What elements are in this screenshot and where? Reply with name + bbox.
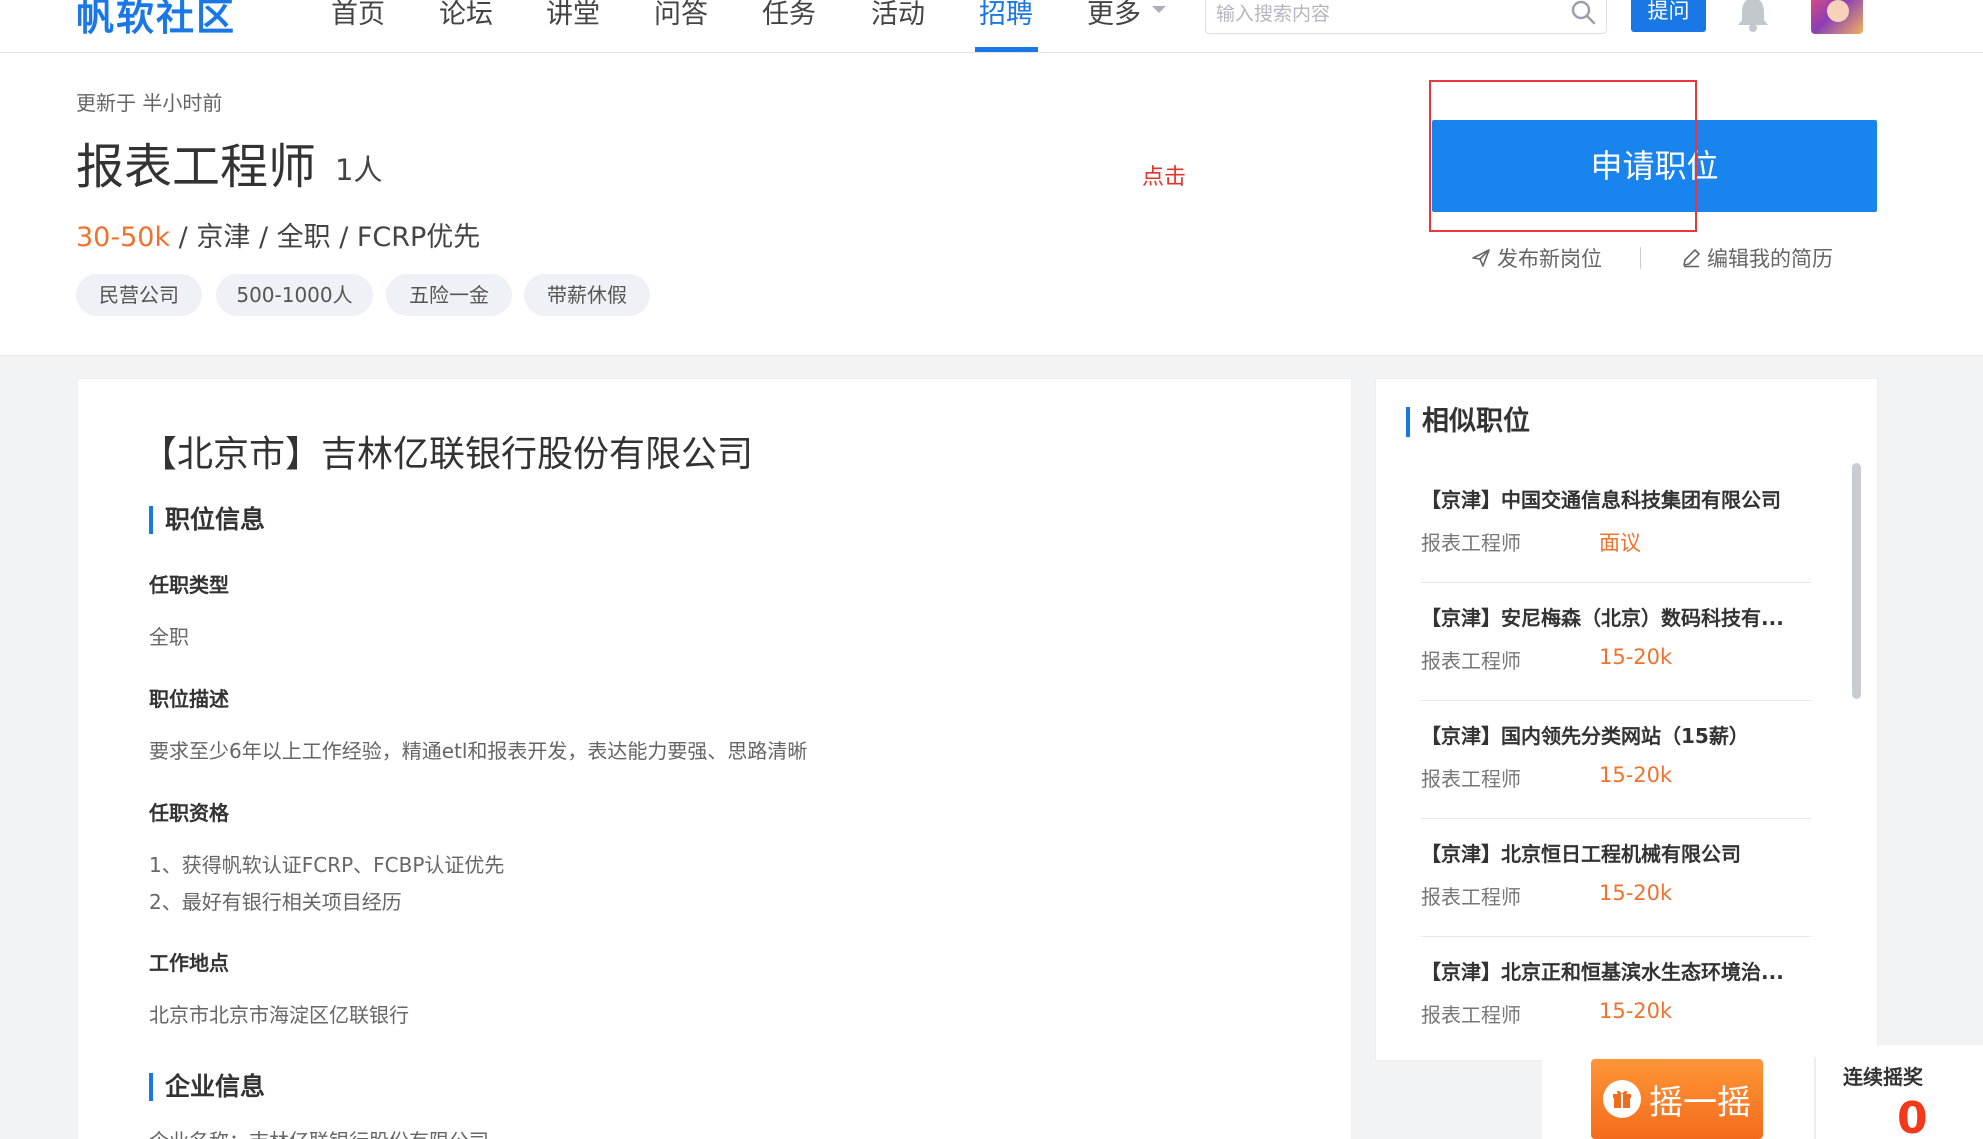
edit-icon xyxy=(1683,249,1700,268)
job-description-label: 职位描述 xyxy=(149,687,229,711)
similar-job-role: 报表工程师 xyxy=(1421,885,1521,909)
job-header: 更新于 半小时前 报表工程师 1人 30-50k / 京津 / 全职 / FCR… xyxy=(0,53,1983,356)
highlight-annotation-box xyxy=(1429,80,1697,232)
job-type-value: 全职 xyxy=(149,625,189,649)
similar-job-salary: 15-20k xyxy=(1599,999,1673,1023)
similar-job-company: 【京津】北京恒日工程机械有限公司 xyxy=(1421,842,1741,866)
nav-item-more[interactable]: 更多 xyxy=(1087,0,1141,31)
similar-jobs-title: 相似职位 xyxy=(1406,407,1530,437)
similar-job-item[interactable]: 【京津】安尼梅森（北京）数码科技有... 报表工程师 15-20k xyxy=(1421,583,1811,701)
user-avatar[interactable] xyxy=(1811,0,1863,34)
similar-job-salary: 15-20k xyxy=(1599,763,1673,787)
similar-job-company: 【京津】中国交通信息科技集团有限公司 xyxy=(1421,488,1781,512)
similar-job-role: 报表工程师 xyxy=(1421,767,1521,791)
similar-jobs-list: 【京津】中国交通信息科技集团有限公司 报表工程师 面议 【京津】安尼梅森（北京）… xyxy=(1421,465,1811,1050)
company-title: 【北京市】吉林亿联银行股份有限公司 xyxy=(141,434,754,475)
post-new-job-link[interactable]: 发布新岗位 xyxy=(1471,243,1602,273)
shake-widget: 摇一摇 连续摇奖 0 xyxy=(1542,1045,1983,1139)
chevron-down-icon xyxy=(1152,6,1166,13)
company-name-line: 企业名称：吉林亿联银行股份有限公司 xyxy=(149,1125,489,1139)
site-logo[interactable]: 帆软社区 xyxy=(76,0,236,41)
updated-time: 更新于 半小时前 xyxy=(76,91,223,115)
gift-icon xyxy=(1603,1080,1641,1118)
divider xyxy=(1814,1057,1816,1139)
similar-jobs-scrollbar[interactable] xyxy=(1852,463,1861,699)
search-box xyxy=(1205,0,1607,34)
qualification-line: 2、最好有银行相关项目经历 xyxy=(149,890,402,914)
similar-job-company: 【京津】国内领先分类网站（15薪） xyxy=(1421,724,1749,748)
similar-jobs-panel: 相似职位 【京津】中国交通信息科技集团有限公司 报表工程师 面议 【京津】安尼梅… xyxy=(1375,378,1878,1061)
nav-item-forum[interactable]: 论坛 xyxy=(439,0,493,31)
similar-job-item[interactable]: 【京津】国内领先分类网站（15薪） 报表工程师 15-20k xyxy=(1421,701,1811,819)
job-salary: 30-50k xyxy=(76,222,171,253)
similar-job-salary: 15-20k xyxy=(1599,881,1673,905)
nav-item-tasks[interactable]: 任务 xyxy=(762,0,816,31)
job-description-value: 要求至少6年以上工作经验，精通etl和报表开发，表达能力要强、思路清晰 xyxy=(149,739,808,763)
similar-job-company: 【京津】北京正和恒基滨水生态环境治... xyxy=(1421,960,1784,984)
divider xyxy=(1640,247,1641,269)
job-type-label: 任职类型 xyxy=(149,573,229,597)
streak-count: 0 xyxy=(1897,1093,1928,1139)
search-icon[interactable] xyxy=(1570,0,1596,29)
streak-label: 连续摇奖 xyxy=(1843,1065,1923,1089)
active-tab-indicator xyxy=(975,47,1038,52)
section-title-job-info: 职位信息 xyxy=(149,506,265,534)
bell-icon[interactable] xyxy=(1735,0,1771,36)
edit-resume-link[interactable]: 编辑我的简历 xyxy=(1681,243,1833,273)
job-title: 报表工程师 xyxy=(76,139,317,195)
similar-job-item[interactable]: 【京津】北京恒日工程机械有限公司 报表工程师 15-20k xyxy=(1421,819,1811,937)
work-location-value: 北京市北京市海淀区亿联银行 xyxy=(149,1003,409,1027)
similar-job-item[interactable]: 【京津】北京正和恒基滨水生态环境治... 报表工程师 15-20k xyxy=(1421,937,1811,1050)
search-input[interactable] xyxy=(1216,0,1556,33)
tag-company-type: 民营公司 xyxy=(76,274,202,316)
qualification-line: 1、获得帆软认证FCRP、FCBP认证优先 xyxy=(149,853,505,877)
job-detail-card: 【北京市】吉林亿联银行股份有限公司 职位信息 任职类型 全职 职位描述 要求至少… xyxy=(77,378,1352,1139)
nav-item-home[interactable]: 首页 xyxy=(331,0,385,31)
section-title-company-info: 企业信息 xyxy=(149,1073,265,1101)
similar-job-item[interactable]: 【京津】中国交通信息科技集团有限公司 报表工程师 面议 xyxy=(1421,465,1811,583)
shake-button-label: 摇一摇 xyxy=(1649,1082,1751,1123)
similar-job-role: 报表工程师 xyxy=(1421,649,1521,673)
work-location-label: 工作地点 xyxy=(149,951,229,975)
send-icon xyxy=(1472,249,1490,267)
qualifications-label: 任职资格 xyxy=(149,801,229,825)
job-meta: 30-50k / 京津 / 全职 / FCRP优先 xyxy=(76,215,480,254)
nav-item-events[interactable]: 活动 xyxy=(871,0,925,31)
nav-item-jobs[interactable]: 招聘 xyxy=(979,0,1033,31)
edit-resume-label: 编辑我的简历 xyxy=(1707,247,1833,271)
nav-item-qa[interactable]: 问答 xyxy=(654,0,708,31)
nav-item-lectures[interactable]: 讲堂 xyxy=(546,0,600,31)
shake-button[interactable]: 摇一摇 xyxy=(1591,1059,1763,1139)
similar-job-role: 报表工程师 xyxy=(1421,531,1521,555)
ask-question-button[interactable]: 提问 xyxy=(1631,0,1706,32)
similar-job-salary: 15-20k xyxy=(1599,645,1673,669)
similar-job-salary: 面议 xyxy=(1599,531,1641,555)
job-meta-details: / 京津 / 全职 / FCRP优先 xyxy=(170,222,481,253)
similar-job-company: 【京津】安尼梅森（北京）数码科技有... xyxy=(1421,606,1784,630)
tag-company-size: 500-1000人 xyxy=(216,274,373,316)
click-annotation: 点击 xyxy=(1142,165,1187,190)
post-new-job-label: 发布新岗位 xyxy=(1497,247,1602,271)
top-navbar: 帆软社区 首页 论坛 讲堂 问答 任务 活动 招聘 更多 提问 xyxy=(0,0,1983,53)
job-headcount: 1人 xyxy=(335,153,383,187)
tag-insurance: 五险一金 xyxy=(386,274,512,316)
tag-paid-leave: 带薪休假 xyxy=(524,274,650,316)
similar-job-role: 报表工程师 xyxy=(1421,1003,1521,1027)
